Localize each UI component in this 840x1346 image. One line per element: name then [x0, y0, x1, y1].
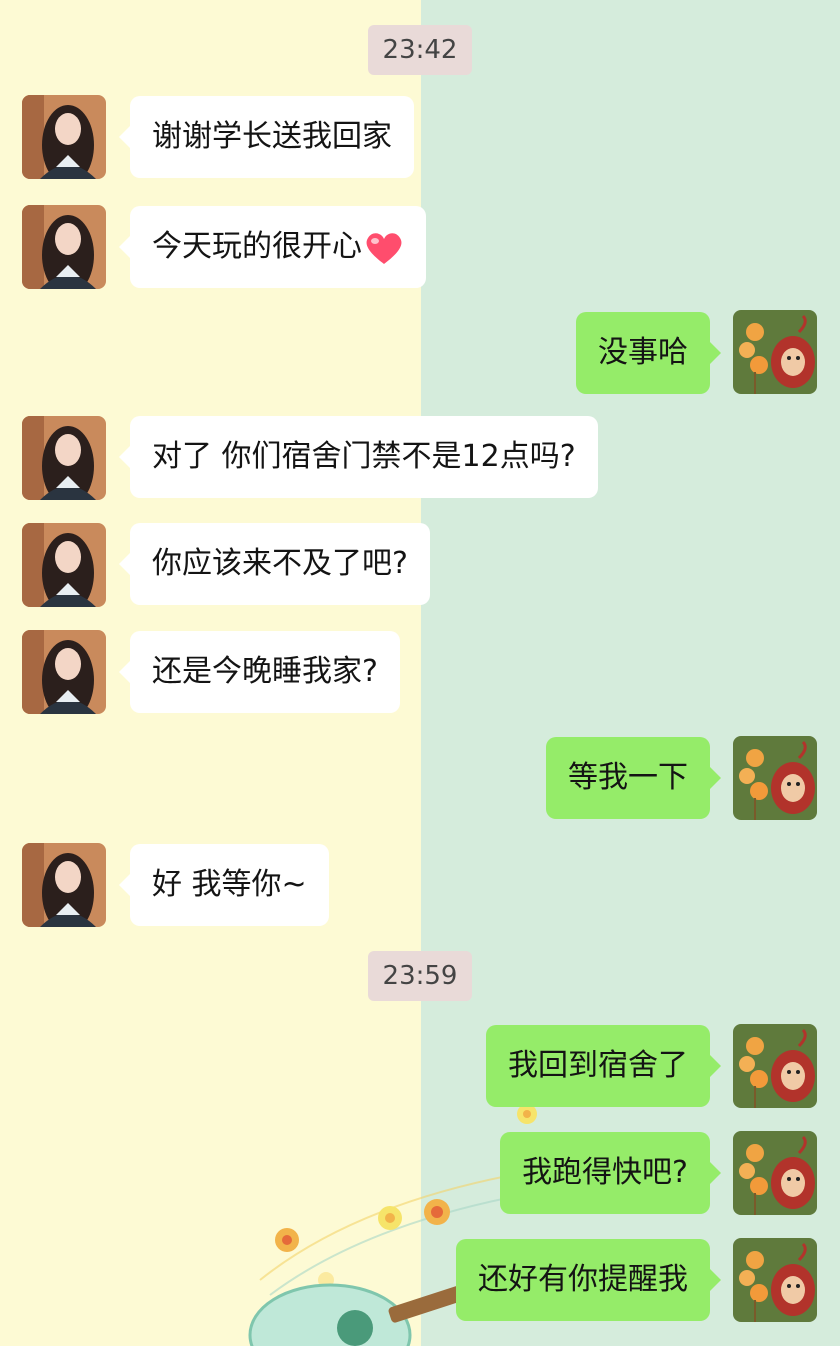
timestamp: 23:42	[368, 25, 472, 75]
outgoing-message[interactable]: 我跑得快吧?	[500, 1132, 721, 1214]
message-text: 等我一下	[568, 760, 688, 795]
message-text: 你应该来不及了吧?	[152, 546, 408, 581]
heart-emoji	[366, 232, 402, 264]
girl-photo-avatar	[22, 205, 106, 289]
incoming-message[interactable]: 还是今晚睡我家?	[119, 631, 400, 713]
timestamp: 23:59	[368, 951, 472, 1001]
girl-photo-avatar	[22, 843, 106, 927]
incoming-message[interactable]: 好 我等你~	[119, 844, 329, 926]
incoming-message[interactable]: 对了 你们宿舍门禁不是12点吗?	[119, 416, 598, 498]
message-text: 对了 你们宿舍门禁不是12点吗?	[152, 439, 576, 474]
message-text: 今天玩的很开心	[152, 229, 362, 264]
message-text: 还好有你提醒我	[478, 1262, 688, 1297]
incoming-message[interactable]: 谢谢学长送我回家	[119, 96, 414, 178]
contact-avatar[interactable]	[22, 416, 106, 500]
self-avatar[interactable]	[733, 310, 817, 394]
contact-avatar[interactable]	[22, 630, 106, 714]
contact-avatar[interactable]	[22, 523, 106, 607]
girl-photo-avatar	[22, 523, 106, 607]
self-avatar[interactable]	[733, 1238, 817, 1322]
outgoing-message[interactable]: 我回到宿舍了	[486, 1025, 721, 1107]
girl-photo-avatar	[22, 630, 106, 714]
teletubby-balloon-avatar	[733, 1238, 817, 1322]
contact-avatar[interactable]	[22, 205, 106, 289]
contact-avatar[interactable]	[22, 95, 106, 179]
girl-photo-avatar	[22, 95, 106, 179]
outgoing-message[interactable]: 没事哈	[576, 312, 721, 394]
teletubby-balloon-avatar	[733, 736, 817, 820]
message-text: 没事哈	[598, 335, 688, 370]
outgoing-message[interactable]: 还好有你提醒我	[456, 1239, 721, 1321]
message-text: 还是今晚睡我家?	[152, 654, 378, 689]
self-avatar[interactable]	[733, 1024, 817, 1108]
outgoing-message[interactable]: 等我一下	[546, 737, 721, 819]
message-text: 我跑得快吧?	[522, 1155, 688, 1190]
self-avatar[interactable]	[733, 1131, 817, 1215]
teletubby-balloon-avatar	[733, 1131, 817, 1215]
teletubby-balloon-avatar	[733, 310, 817, 394]
teletubby-balloon-avatar	[733, 1024, 817, 1108]
message-text: 好 我等你~	[152, 867, 307, 902]
message-text: 谢谢学长送我回家	[152, 119, 392, 154]
incoming-message[interactable]: 你应该来不及了吧?	[119, 523, 430, 605]
girl-photo-avatar	[22, 416, 106, 500]
contact-avatar[interactable]	[22, 843, 106, 927]
self-avatar[interactable]	[733, 736, 817, 820]
incoming-message[interactable]: 今天玩的很开心	[119, 206, 426, 288]
message-text: 我回到宿舍了	[508, 1048, 688, 1083]
